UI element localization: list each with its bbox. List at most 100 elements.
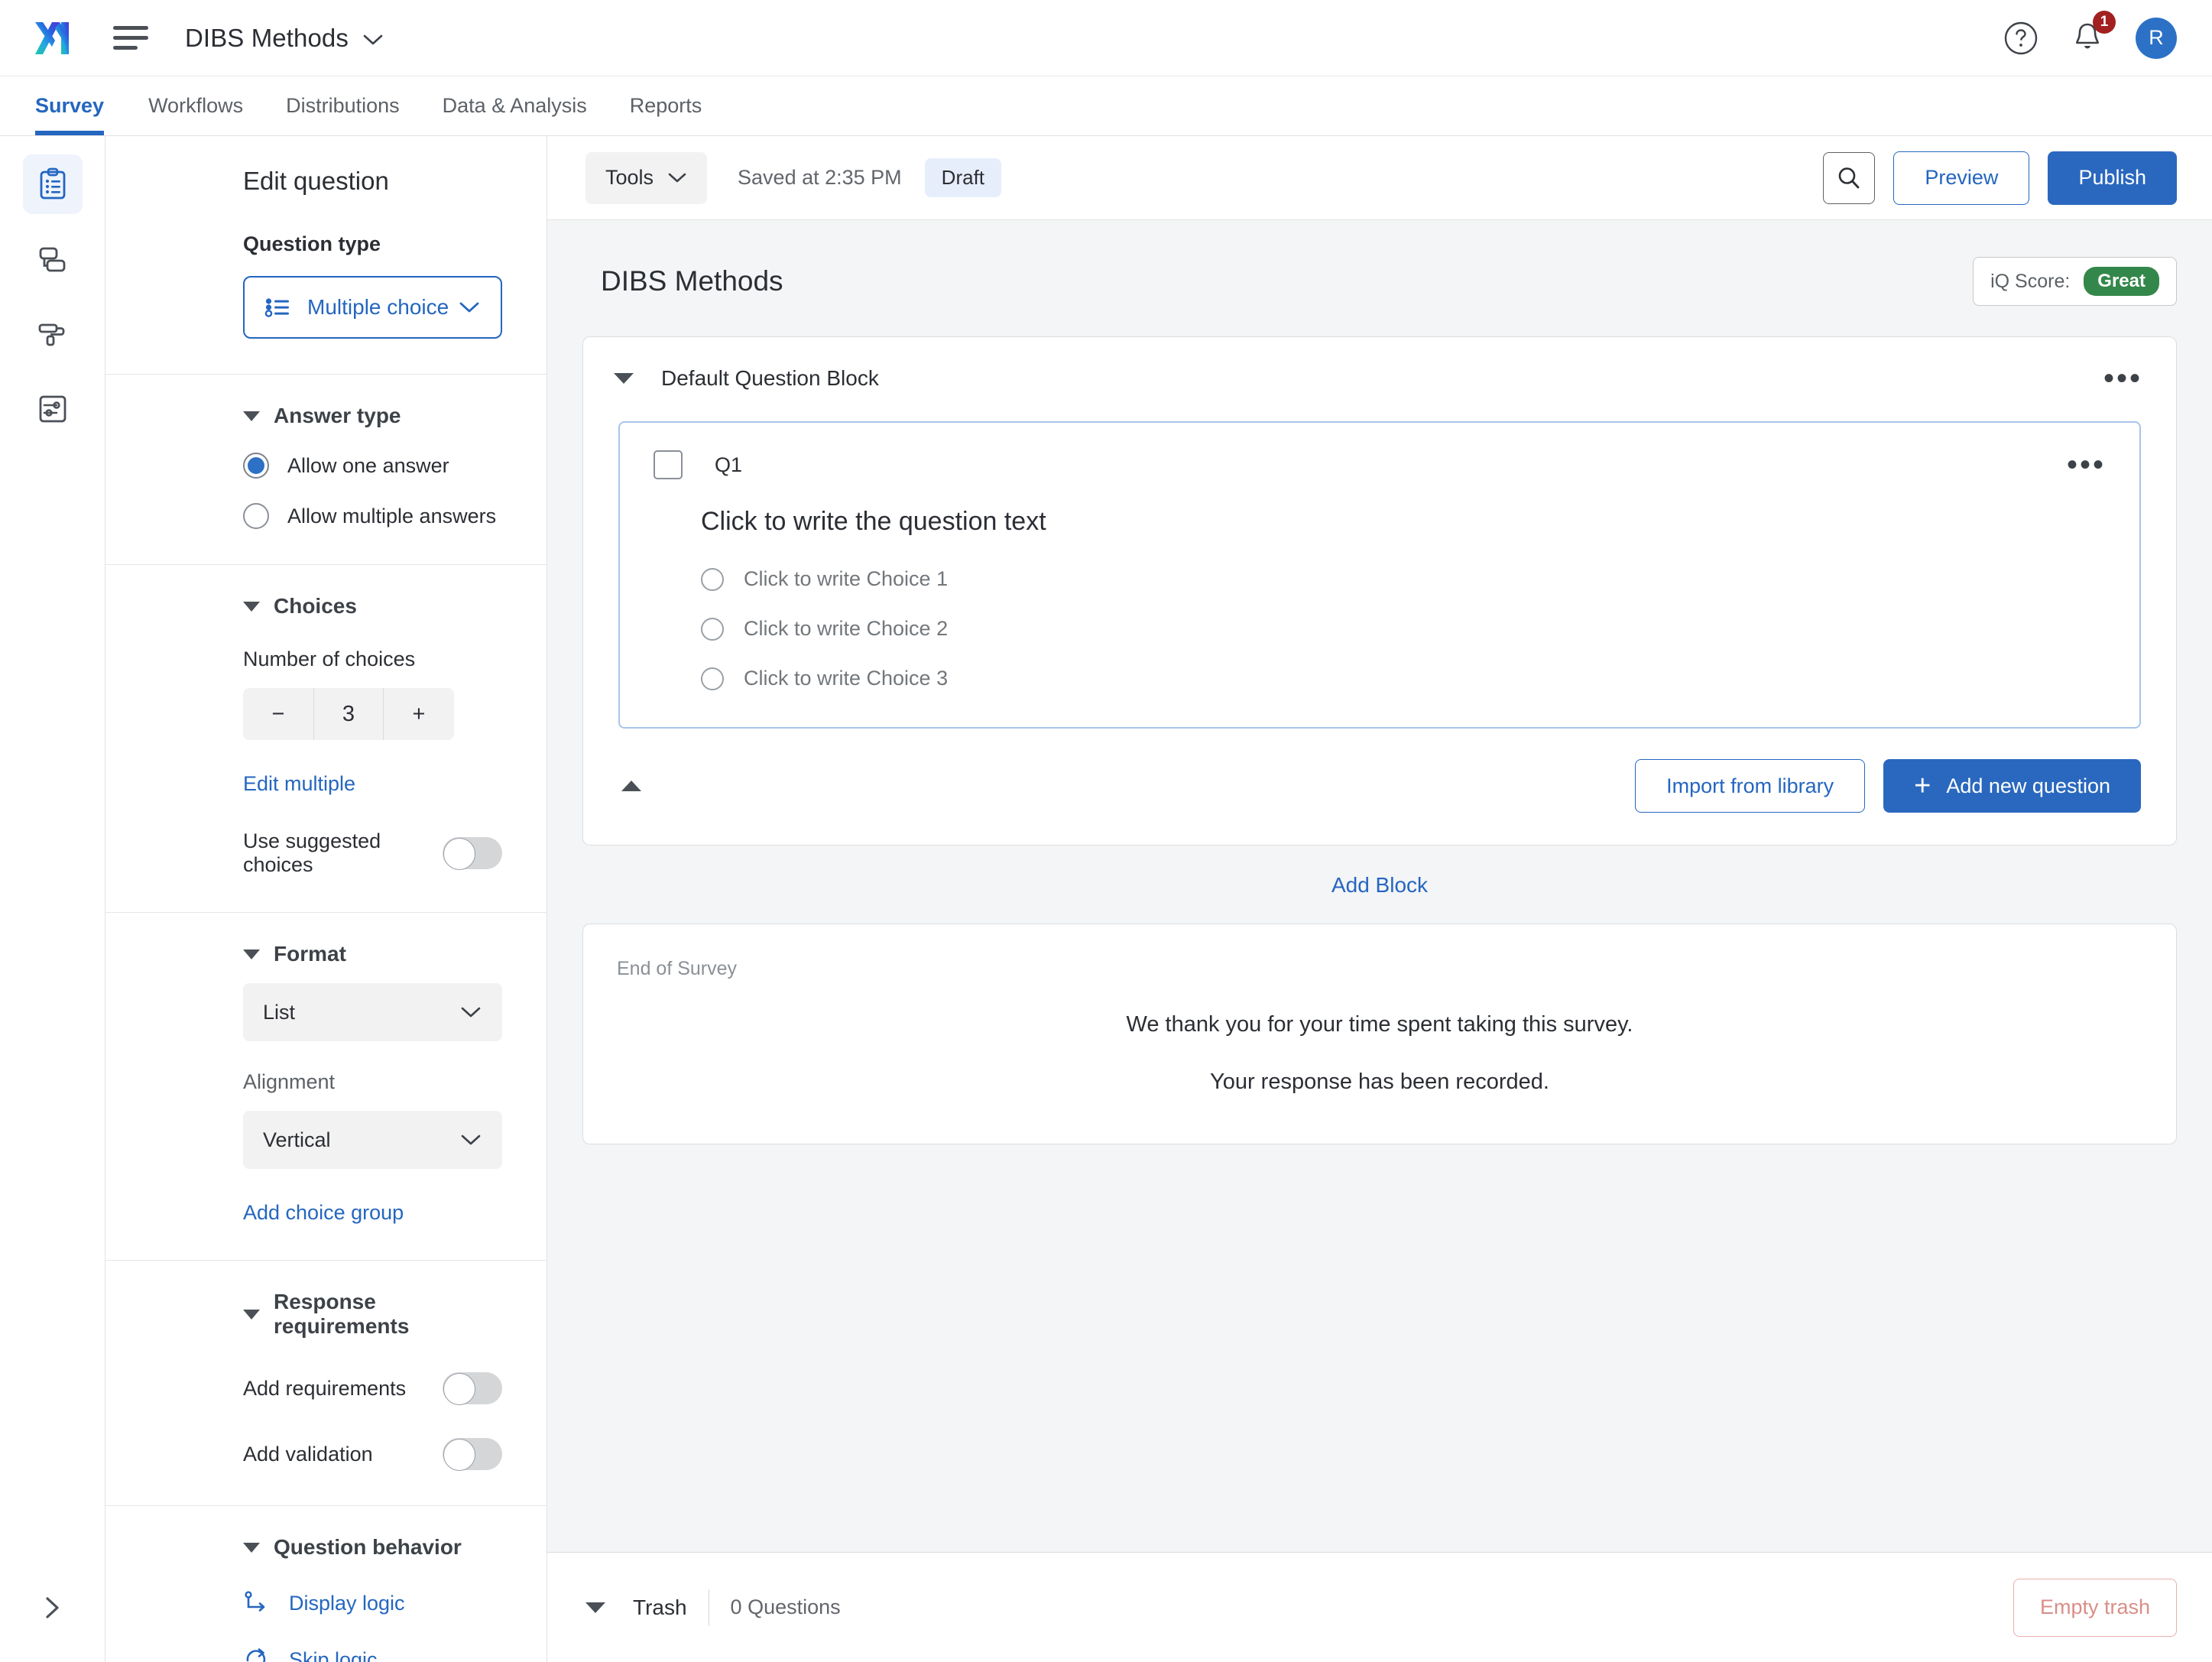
search-button[interactable] (1823, 151, 1876, 204)
choice-radio-icon (701, 567, 724, 591)
format-title: Format (274, 942, 346, 966)
radio-allow-multiple-answers[interactable]: Allow multiple answers (243, 503, 502, 529)
answer-type-header[interactable]: Answer type (243, 404, 502, 428)
caret-down-icon[interactable] (585, 1602, 605, 1613)
top-bar-right: 1 R (2003, 10, 2177, 59)
chevron-right-icon (45, 1597, 59, 1618)
add-requirements-label: Add requirements (243, 1376, 407, 1400)
body-row: Edit question Question type Multiple cho… (0, 136, 2212, 1662)
caret-down-icon (243, 1309, 260, 1320)
skip-logic-item[interactable]: Skip logic (243, 1647, 502, 1662)
question-type-dropdown[interactable]: Multiple choice (243, 276, 502, 339)
format-header[interactable]: Format (243, 942, 502, 966)
xm-logo[interactable] (34, 21, 76, 56)
block-overflow-menu-icon[interactable]: ••• (2103, 363, 2142, 394)
add-choice-group-link[interactable]: Add choice group (243, 1201, 404, 1225)
stepper-decrement-button[interactable]: − (243, 688, 313, 740)
question-type-value: Multiple choice (307, 295, 449, 319)
clipboard-list-icon (40, 167, 65, 200)
alignment-value: Vertical (263, 1128, 331, 1151)
status-badge: Draft (924, 158, 1002, 197)
end-of-survey-block: End of Survey We thank you for your time… (582, 924, 2177, 1144)
alignment-select[interactable]: Vertical (243, 1111, 502, 1169)
tab-label: Workflows (148, 94, 244, 117)
avatar[interactable]: R (2136, 17, 2177, 59)
iq-score-label: iQ Score: (1990, 270, 2071, 292)
chevron-down-icon (461, 1135, 481, 1145)
choice-radio-icon (701, 617, 724, 641)
use-suggested-choices-label: Use suggested choices (243, 829, 381, 876)
radio-icon-unselected (243, 503, 269, 529)
add-validation-toggle[interactable] (443, 1438, 502, 1471)
rail-item-look-and-feel[interactable] (23, 304, 83, 364)
empty-trash-button[interactable]: Empty trash (2013, 1578, 2177, 1637)
choice-row[interactable]: Click to write Choice 1 (701, 567, 2106, 591)
format-value: List (263, 1000, 296, 1024)
chevron-down-icon (459, 302, 479, 313)
choices-header[interactable]: Choices (243, 594, 502, 618)
format-select[interactable]: List (243, 983, 502, 1041)
notifications-bell[interactable]: 1 (2070, 10, 2116, 57)
choice-row[interactable]: Click to write Choice 3 (701, 667, 2106, 690)
caret-up-icon[interactable] (621, 781, 641, 791)
search-icon (1839, 167, 1860, 188)
caret-down-icon[interactable] (614, 373, 634, 384)
alignment-label: Alignment (243, 1070, 336, 1093)
trash-bar: Trash 0 Questions Empty trash (547, 1552, 2212, 1662)
add-block-link[interactable]: Add Block (1331, 873, 1428, 898)
question-block-header: Default Question Block ••• (583, 337, 2176, 394)
hamburger-menu-icon[interactable] (113, 23, 151, 54)
question-text[interactable]: Click to write the question text (701, 507, 2106, 537)
add-new-question-button[interactable]: + Add new question (1883, 759, 2141, 813)
toolbar-right: Preview Publish (1823, 151, 2177, 205)
stepper-increment-button[interactable]: + (384, 688, 454, 740)
tools-dropdown[interactable]: Tools (585, 151, 708, 204)
tab-reports[interactable]: Reports (608, 76, 724, 135)
paint-roller-icon (38, 323, 64, 346)
add-new-question-label: Add new question (1946, 774, 2110, 797)
format-section: Format List Alignment Vertical Add choic… (105, 942, 547, 1225)
response-requirements-header[interactable]: Response requirements (243, 1290, 502, 1339)
preview-button[interactable]: Preview (1893, 151, 2030, 205)
left-icon-rail (0, 136, 105, 1662)
edit-question-panel: Edit question Question type Multiple cho… (105, 136, 547, 1662)
trash-question-count: 0 Questions (730, 1595, 841, 1618)
choice-row[interactable]: Click to write Choice 2 (701, 617, 2106, 641)
number-of-choices-stepper[interactable]: − 3 + (243, 688, 454, 740)
tab-workflows[interactable]: Workflows (127, 76, 264, 135)
tab-distributions[interactable]: Distributions (264, 76, 421, 135)
question-select-checkbox[interactable] (654, 450, 683, 479)
choices-title: Choices (274, 594, 357, 618)
rail-item-survey-builder[interactable] (22, 154, 83, 214)
plus-icon: + (1914, 770, 1931, 802)
add-block-row: Add Block (582, 846, 2177, 924)
edit-multiple-link[interactable]: Edit multiple (243, 772, 355, 796)
tab-survey[interactable]: Survey (35, 76, 127, 135)
question-block: Default Question Block ••• Q1 ••• Click … (582, 336, 2177, 846)
rail-item-survey-flow[interactable] (23, 229, 83, 289)
use-suggested-choices-toggle[interactable] (443, 837, 502, 870)
tab-label: Data & Analysis (442, 94, 587, 117)
help-circle-icon[interactable] (2003, 20, 2039, 57)
project-title: DIBS Methods (185, 23, 349, 52)
divider (105, 374, 547, 375)
stepper-value[interactable]: 3 (313, 688, 384, 740)
sliders-icon (39, 395, 66, 423)
question-behavior-header[interactable]: Question behavior (243, 1535, 502, 1560)
tab-label: Survey (35, 94, 105, 117)
saved-status-text: Saved at 2:35 PM (738, 166, 902, 189)
question-type-label: Question type (243, 232, 381, 255)
add-requirements-toggle[interactable] (443, 1372, 502, 1405)
tab-data-and-analysis[interactable]: Data & Analysis (421, 76, 608, 135)
display-logic-item[interactable]: Display logic (243, 1590, 502, 1616)
expand-panel-button[interactable] (32, 1587, 73, 1628)
publish-button[interactable]: Publish (2048, 151, 2177, 205)
radio-allow-one-answer[interactable]: Allow one answer (243, 453, 502, 479)
question-behavior-title: Question behavior (274, 1535, 462, 1559)
import-from-library-button[interactable]: Import from library (1635, 759, 1866, 813)
iq-score-badge[interactable]: iQ Score: Great (1973, 257, 2177, 306)
radio-label: Allow multiple answers (287, 504, 497, 527)
project-title-dropdown[interactable]: DIBS Methods (185, 24, 384, 53)
question-overflow-menu-icon[interactable]: ••• (2067, 450, 2106, 480)
rail-item-survey-options[interactable] (23, 379, 83, 439)
